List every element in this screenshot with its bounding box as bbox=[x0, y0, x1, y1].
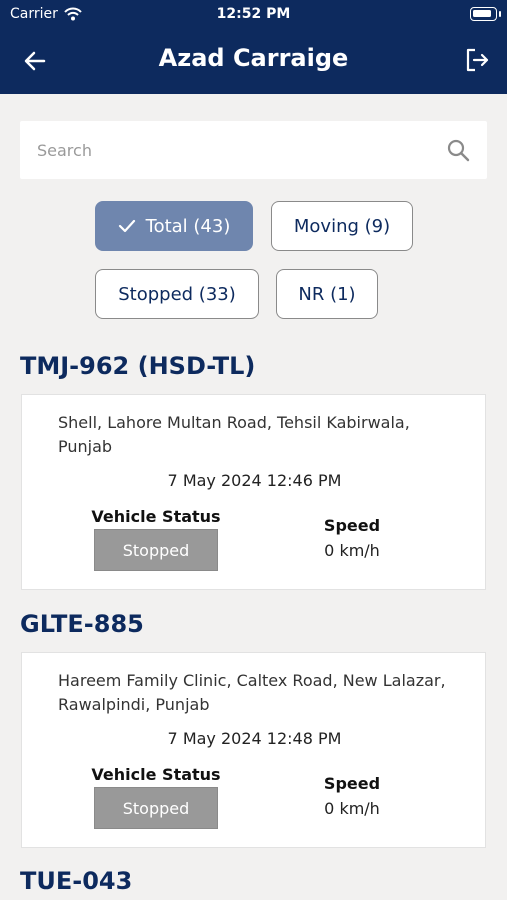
speed-label: Speed bbox=[323, 774, 381, 793]
vehicle-address: Hareem Family Clinic, Caltex Road, New L… bbox=[58, 671, 446, 714]
vehicle-title[interactable]: TUE-043 bbox=[20, 867, 132, 895]
vehicle-card[interactable]: Shell, Lahore Multan Road, Tehsil Kabirw… bbox=[21, 394, 486, 590]
page-title: Azad Carraige bbox=[158, 44, 349, 72]
check-icon bbox=[118, 219, 135, 233]
vehicle-card[interactable]: Hareem Family Clinic, Caltex Road, New L… bbox=[21, 652, 486, 848]
filter-moving[interactable]: Moving (9) bbox=[271, 201, 413, 251]
nav-bar: Azad Carraige bbox=[0, 40, 507, 80]
vehicle-status-label: Vehicle Status bbox=[91, 765, 221, 784]
search-icon[interactable] bbox=[446, 138, 470, 162]
status-bar: Carrier 12:52 PM bbox=[0, 0, 507, 30]
app-header: Carrier 12:52 PM Azad Carraige bbox=[0, 0, 507, 94]
battery-icon bbox=[470, 7, 497, 21]
speed-value: 0 km/h bbox=[324, 799, 380, 818]
vehicle-title[interactable]: TMJ-962 (HSD-TL) bbox=[20, 352, 255, 380]
search-input[interactable] bbox=[37, 121, 437, 179]
filter-total[interactable]: Total (43) bbox=[95, 201, 253, 251]
status-time: 12:52 PM bbox=[216, 6, 291, 22]
vehicle-datetime: 7 May 2024 12:48 PM bbox=[167, 729, 342, 748]
status-badge: Stopped bbox=[94, 529, 218, 571]
filter-total-label: Total (43) bbox=[145, 215, 231, 237]
filter-nr[interactable]: NR (1) bbox=[276, 269, 378, 319]
logout-icon[interactable] bbox=[463, 46, 491, 74]
filter-stopped[interactable]: Stopped (33) bbox=[95, 269, 259, 319]
vehicle-datetime: 7 May 2024 12:46 PM bbox=[167, 471, 342, 490]
status-badge: Stopped bbox=[94, 787, 218, 829]
battery-tip bbox=[499, 11, 501, 17]
search-bar[interactable] bbox=[20, 121, 487, 179]
filter-stopped-label: Stopped (33) bbox=[118, 283, 236, 305]
vehicle-address: Shell, Lahore Multan Road, Tehsil Kabirw… bbox=[58, 413, 410, 456]
speed-value: 0 km/h bbox=[324, 541, 380, 560]
vehicle-status-label: Vehicle Status bbox=[91, 507, 221, 526]
filter-nr-label: NR (1) bbox=[298, 283, 356, 305]
speed-label: Speed bbox=[323, 516, 381, 535]
filter-moving-label: Moving (9) bbox=[293, 215, 391, 237]
vehicle-title[interactable]: GLTE-885 bbox=[20, 610, 144, 638]
